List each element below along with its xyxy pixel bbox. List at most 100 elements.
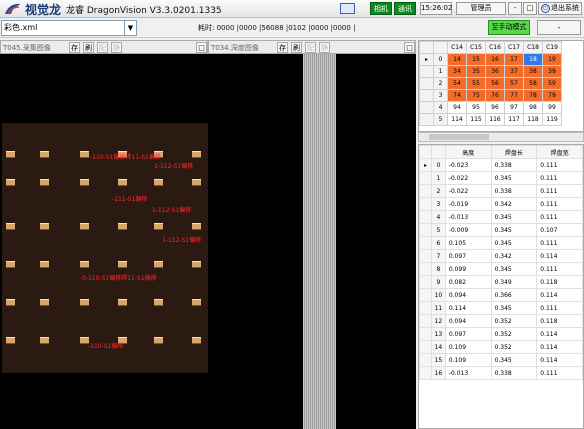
table-row[interactable]: 12 0.094 0.352 0.118 <box>419 314 583 328</box>
grid-cell[interactable]: 19 <box>542 53 562 66</box>
pad-width-cell[interactable]: 0.114 <box>536 288 583 302</box>
pad-length-cell[interactable]: 0.338 <box>490 366 538 380</box>
table-row[interactable]: ▸ 0 -0.023 0.338 0.111 <box>419 158 583 172</box>
height-cell[interactable]: 0.105 <box>444 236 492 250</box>
pad-width-cell[interactable]: 0.114 <box>536 340 583 354</box>
pad-length-cell[interactable]: 0.352 <box>490 327 538 341</box>
column-header-pad-length[interactable]: 焊盘长 <box>490 145 538 159</box>
column-header[interactable]: C14 <box>447 41 467 54</box>
height-cell[interactable]: 0.082 <box>444 275 492 289</box>
height-cell[interactable]: -0.009 <box>444 223 492 237</box>
depth-image-view[interactable] <box>208 54 416 429</box>
panel-close-button[interactable]: □ <box>196 42 207 53</box>
pad-width-cell[interactable]: 0.111 <box>536 262 583 276</box>
grid-cell[interactable]: 16 <box>485 53 505 66</box>
pad-length-cell[interactable]: 0.345 <box>490 223 538 237</box>
table-row[interactable]: 14 0.109 0.352 0.114 <box>419 340 583 354</box>
keyboard-icon[interactable] <box>340 3 355 14</box>
table-row[interactable]: 2 54 55 56 57 58 59 <box>419 77 562 90</box>
grid-cell[interactable]: 59 <box>542 77 562 90</box>
grid-cell[interactable]: 94 <box>447 101 467 114</box>
pad-width-cell[interactable]: 0.111 <box>536 236 583 250</box>
pad-width-cell[interactable]: 0.114 <box>536 327 583 341</box>
column-header-pad-width[interactable]: 焊盘宽 <box>536 145 583 159</box>
table-row[interactable]: 9 0.082 0.349 0.118 <box>419 275 583 289</box>
user-button[interactable]: 管理员 <box>456 2 506 15</box>
height-cell[interactable]: -0.022 <box>444 171 492 185</box>
pad-width-cell[interactable]: 0.118 <box>536 314 583 328</box>
column-header[interactable]: C17 <box>504 41 524 54</box>
height-cell[interactable]: -0.023 <box>444 158 492 172</box>
grid-cell[interactable]: 97 <box>504 101 524 114</box>
grid-cell[interactable]: 58 <box>523 77 543 90</box>
height-cell[interactable]: 0.097 <box>444 249 492 263</box>
grid-cell[interactable]: 95 <box>466 101 486 114</box>
table-row[interactable]: 1 -0.022 0.345 0.111 <box>419 171 583 185</box>
table-row[interactable]: 16 -0.013 0.338 0.111 <box>419 366 583 380</box>
height-cell[interactable]: 0.109 <box>444 340 492 354</box>
pad-length-cell[interactable]: 0.345 <box>490 353 538 367</box>
grid-cell[interactable]: 55 <box>466 77 486 90</box>
height-cell[interactable]: 0.099 <box>444 262 492 276</box>
save-button[interactable]: 存 <box>69 42 80 53</box>
pad-length-cell[interactable]: 0.352 <box>490 314 538 328</box>
pad-width-cell[interactable]: 0.111 <box>536 210 583 224</box>
grid-cell[interactable]: 57 <box>504 77 524 90</box>
grid-cell[interactable]: 99 <box>542 101 562 114</box>
grid-cell[interactable]: 54 <box>447 77 467 90</box>
static-button[interactable]: 静 <box>319 42 330 53</box>
table-row[interactable]: 10 0.094 0.366 0.114 <box>419 288 583 302</box>
grid-cell[interactable]: 114 <box>447 113 467 126</box>
panel-close-button[interactable]: □ <box>404 42 415 53</box>
config-button[interactable]: 配 <box>305 42 316 53</box>
table-row[interactable]: 5 -0.009 0.345 0.107 <box>419 223 583 237</box>
captured-image-view[interactable]: -110-S1偏移焊11-S1偏移 1-112-S1偏移 -111-S1偏移 1… <box>0 54 208 429</box>
save-button[interactable]: 存 <box>277 42 288 53</box>
grid-cell[interactable]: 96 <box>485 101 505 114</box>
table-row[interactable]: 6 0.105 0.345 0.111 <box>419 236 583 250</box>
grid-cell[interactable]: 115 <box>466 113 486 126</box>
height-cell[interactable]: 0.094 <box>444 288 492 302</box>
column-header[interactable]: C19 <box>542 41 562 54</box>
table-row[interactable]: 8 0.099 0.345 0.111 <box>419 262 583 276</box>
static-button[interactable]: 静 <box>111 42 122 53</box>
grid-cell[interactable]: 98 <box>523 101 543 114</box>
pad-width-cell[interactable]: 0.114 <box>536 249 583 263</box>
grid-cell[interactable]: 17 <box>504 53 524 66</box>
manual-mode-button[interactable]: 至手动模式 <box>488 20 530 35</box>
table-row[interactable]: 1 34 35 36 37 38 39 <box>419 65 562 78</box>
grid-cell[interactable]: 76 <box>485 89 505 102</box>
grid-cell[interactable]: 77 <box>504 89 524 102</box>
exit-button[interactable]: ⏻ 退出系统 <box>538 2 582 15</box>
config-button[interactable]: 配 <box>97 42 108 53</box>
grid-table[interactable]: C14 C15 C16 C17 C18 C19 ▸ 0 14 15 16 17 18 19 1 3… <box>418 40 584 132</box>
table-row[interactable]: 7 0.097 0.342 0.114 <box>419 249 583 263</box>
height-cell[interactable]: 0.094 <box>444 314 492 328</box>
grid-cell[interactable]: 79 <box>542 89 562 102</box>
grid-horizontal-scrollbar[interactable] <box>418 132 584 142</box>
pad-length-cell[interactable]: 0.342 <box>490 197 538 211</box>
grid-cell[interactable]: 39 <box>542 65 562 78</box>
pad-length-cell[interactable]: 0.342 <box>490 249 538 263</box>
grid-cell[interactable]: 116 <box>485 113 505 126</box>
grid-cell[interactable]: 74 <box>447 89 467 102</box>
pad-length-cell[interactable]: 0.338 <box>490 184 538 198</box>
pad-length-cell[interactable]: 0.349 <box>490 275 538 289</box>
grid-cell[interactable]: 75 <box>466 89 486 102</box>
grid-cell[interactable]: 18 <box>523 53 543 66</box>
maximize-button[interactable]: □ <box>523 2 537 15</box>
grid-cell[interactable]: 117 <box>504 113 524 126</box>
height-cell[interactable]: -0.019 <box>444 197 492 211</box>
captured-image[interactable]: -110-S1偏移焊11-S1偏移 1-112-S1偏移 -111-S1偏移 1… <box>2 123 208 373</box>
pad-width-cell[interactable]: 0.111 <box>536 171 583 185</box>
grid-cell[interactable]: 37 <box>504 65 524 78</box>
height-cell[interactable]: -0.013 <box>444 210 492 224</box>
column-header-height[interactable]: 高度 <box>444 145 492 159</box>
depth-image[interactable] <box>303 54 336 429</box>
pad-length-cell[interactable]: 0.352 <box>490 340 538 354</box>
table-row[interactable]: 2 -0.022 0.338 0.111 <box>419 184 583 198</box>
pad-width-cell[interactable]: 0.111 <box>536 158 583 172</box>
minimize-button[interactable]: - <box>508 2 522 15</box>
pad-length-cell[interactable]: 0.338 <box>490 158 538 172</box>
column-header[interactable]: C16 <box>485 41 505 54</box>
